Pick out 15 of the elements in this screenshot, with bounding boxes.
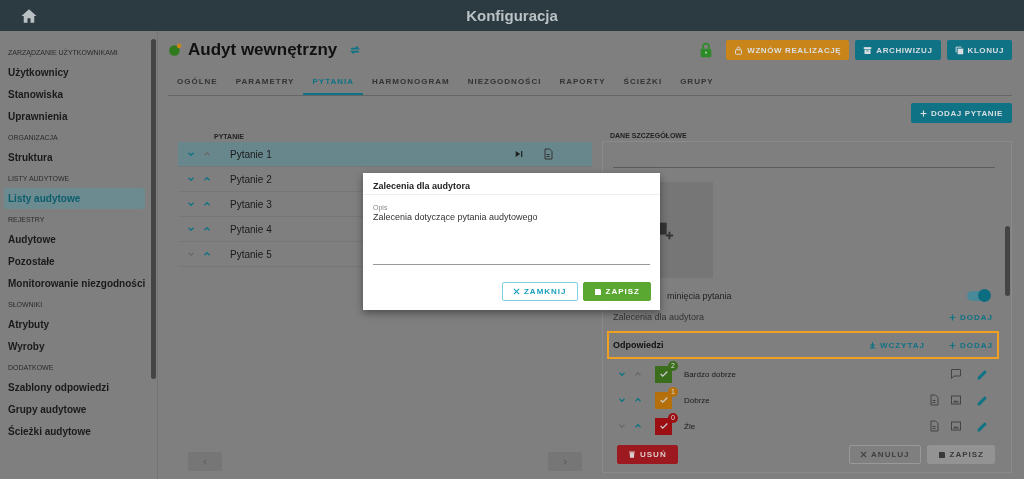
recommendations-label: Zalecenia dla audytora xyxy=(613,312,705,322)
answer-label: Dobrze xyxy=(684,395,711,405)
question-label: Pytanie 5 xyxy=(229,248,272,260)
page-title: Audyt wewnętrzny xyxy=(188,40,338,60)
dialog-title: Zalecenia dla audytora xyxy=(363,173,660,195)
answer-label: Bardzo dobrze xyxy=(684,369,738,379)
question-label: Pytanie 3 xyxy=(229,198,272,210)
answer-label: Źle xyxy=(684,421,697,431)
question-label: Pytanie 1 xyxy=(229,148,272,160)
app-title: Konfiguracja xyxy=(466,7,558,24)
answers-heading: Odpowiedzi xyxy=(613,340,664,350)
field-value: Zalecenia dotyczące pytania audytowego xyxy=(373,212,539,222)
skip-question-label: minięcia pytania xyxy=(667,291,732,301)
question-label: Pytanie 2 xyxy=(229,173,272,185)
question-label: Pytanie 4 xyxy=(229,223,272,235)
